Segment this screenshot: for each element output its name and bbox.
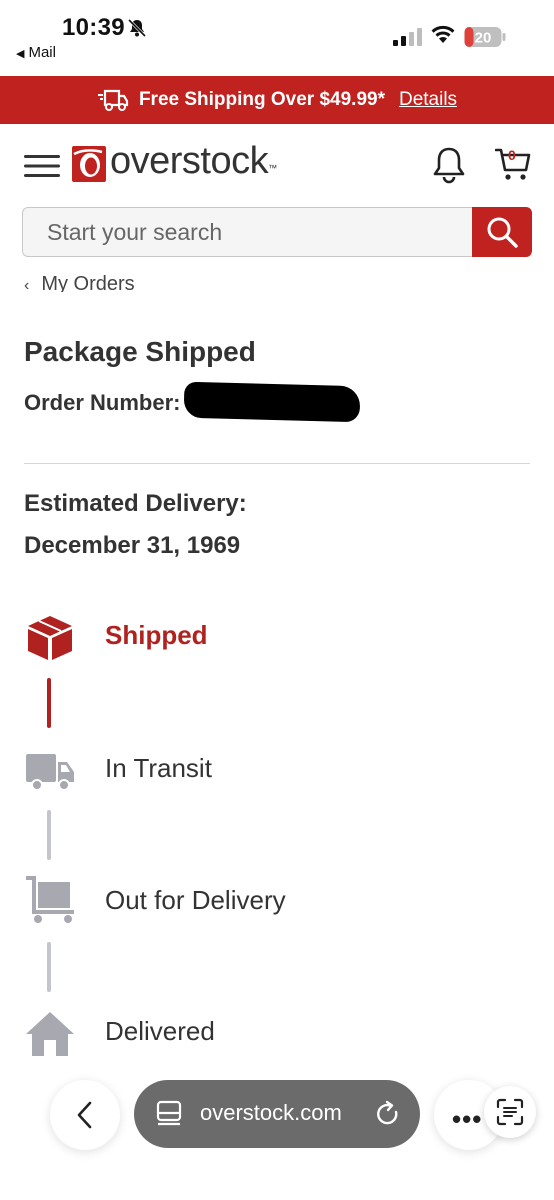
back-to-app[interactable]: ◀ Mail [16, 44, 56, 61]
cart-count-badge: 0 [508, 147, 516, 163]
status-bar: 10:39 ◀ Mail 20 [0, 0, 554, 76]
notification-bell-icon[interactable] [432, 146, 466, 184]
tracker-connector [47, 678, 51, 728]
browser-back-button[interactable] [50, 1080, 120, 1150]
bell-slash-icon [127, 18, 147, 38]
tracker-connector [47, 942, 51, 992]
battery-level: 20 [475, 30, 492, 47]
breadcrumb-my-orders[interactable]: ‹ My Orders [24, 270, 135, 292]
house-icon [26, 1012, 74, 1056]
ellipsis-icon: ••• [452, 1104, 483, 1134]
scan-text-icon [496, 1098, 524, 1126]
site-header: overstock™ [0, 124, 554, 204]
address-bar[interactable]: overstock.com [134, 1080, 420, 1148]
search-bar [22, 207, 532, 257]
promo-banner: Free Shipping Over $49.99* Details [0, 76, 554, 124]
reload-icon[interactable] [374, 1100, 402, 1128]
promo-details-link[interactable]: Details [399, 89, 457, 111]
clock: 10:39 [62, 14, 125, 41]
chevron-left-icon [77, 1101, 92, 1129]
overstock-logo-text[interactable]: overstock™ [110, 140, 277, 183]
search-input[interactable] [22, 207, 474, 257]
estimated-delivery-date: December 31, 1969 [24, 532, 241, 559]
promo-text: Free Shipping Over $49.99* [138, 89, 385, 110]
search-icon [487, 217, 518, 248]
chevron-left-icon: ‹ [24, 277, 30, 292]
url-text: overstock.com [200, 1100, 342, 1125]
box-icon [28, 616, 72, 660]
order-number: Order Number: [24, 381, 361, 423]
fast-shipping-truck-icon [97, 89, 129, 111]
order-number-label: Order Number: [24, 390, 181, 415]
step-delivered-label: Delivered [105, 1016, 215, 1046]
hamburger-menu-icon[interactable] [24, 152, 60, 180]
overstock-logo-icon[interactable] [72, 146, 106, 182]
estimated-delivery-label: Estimated Delivery: [24, 490, 247, 517]
truck-icon [26, 754, 74, 791]
scan-text-button[interactable] [484, 1086, 536, 1138]
tracker-connector [47, 810, 51, 860]
step-in-transit-label: In Transit [105, 753, 212, 783]
wifi-icon [431, 25, 455, 43]
back-triangle-icon: ◀ [16, 48, 25, 60]
step-out-for-delivery-label: Out for Delivery [105, 885, 286, 915]
cart-icon [26, 876, 74, 923]
page-menu-icon[interactable] [156, 1100, 182, 1128]
logo-wordmark: overstock [110, 140, 269, 182]
battery-icon: 20 [464, 27, 506, 47]
page-title: Package Shipped [24, 336, 256, 367]
back-app-label: Mail [28, 44, 56, 61]
search-button[interactable] [472, 207, 532, 257]
cellular-signal-icon [393, 28, 422, 46]
breadcrumb-label: My Orders [41, 273, 135, 292]
step-shipped-label: Shipped [105, 620, 208, 650]
divider [24, 463, 530, 464]
order-number-redacted [184, 381, 361, 423]
